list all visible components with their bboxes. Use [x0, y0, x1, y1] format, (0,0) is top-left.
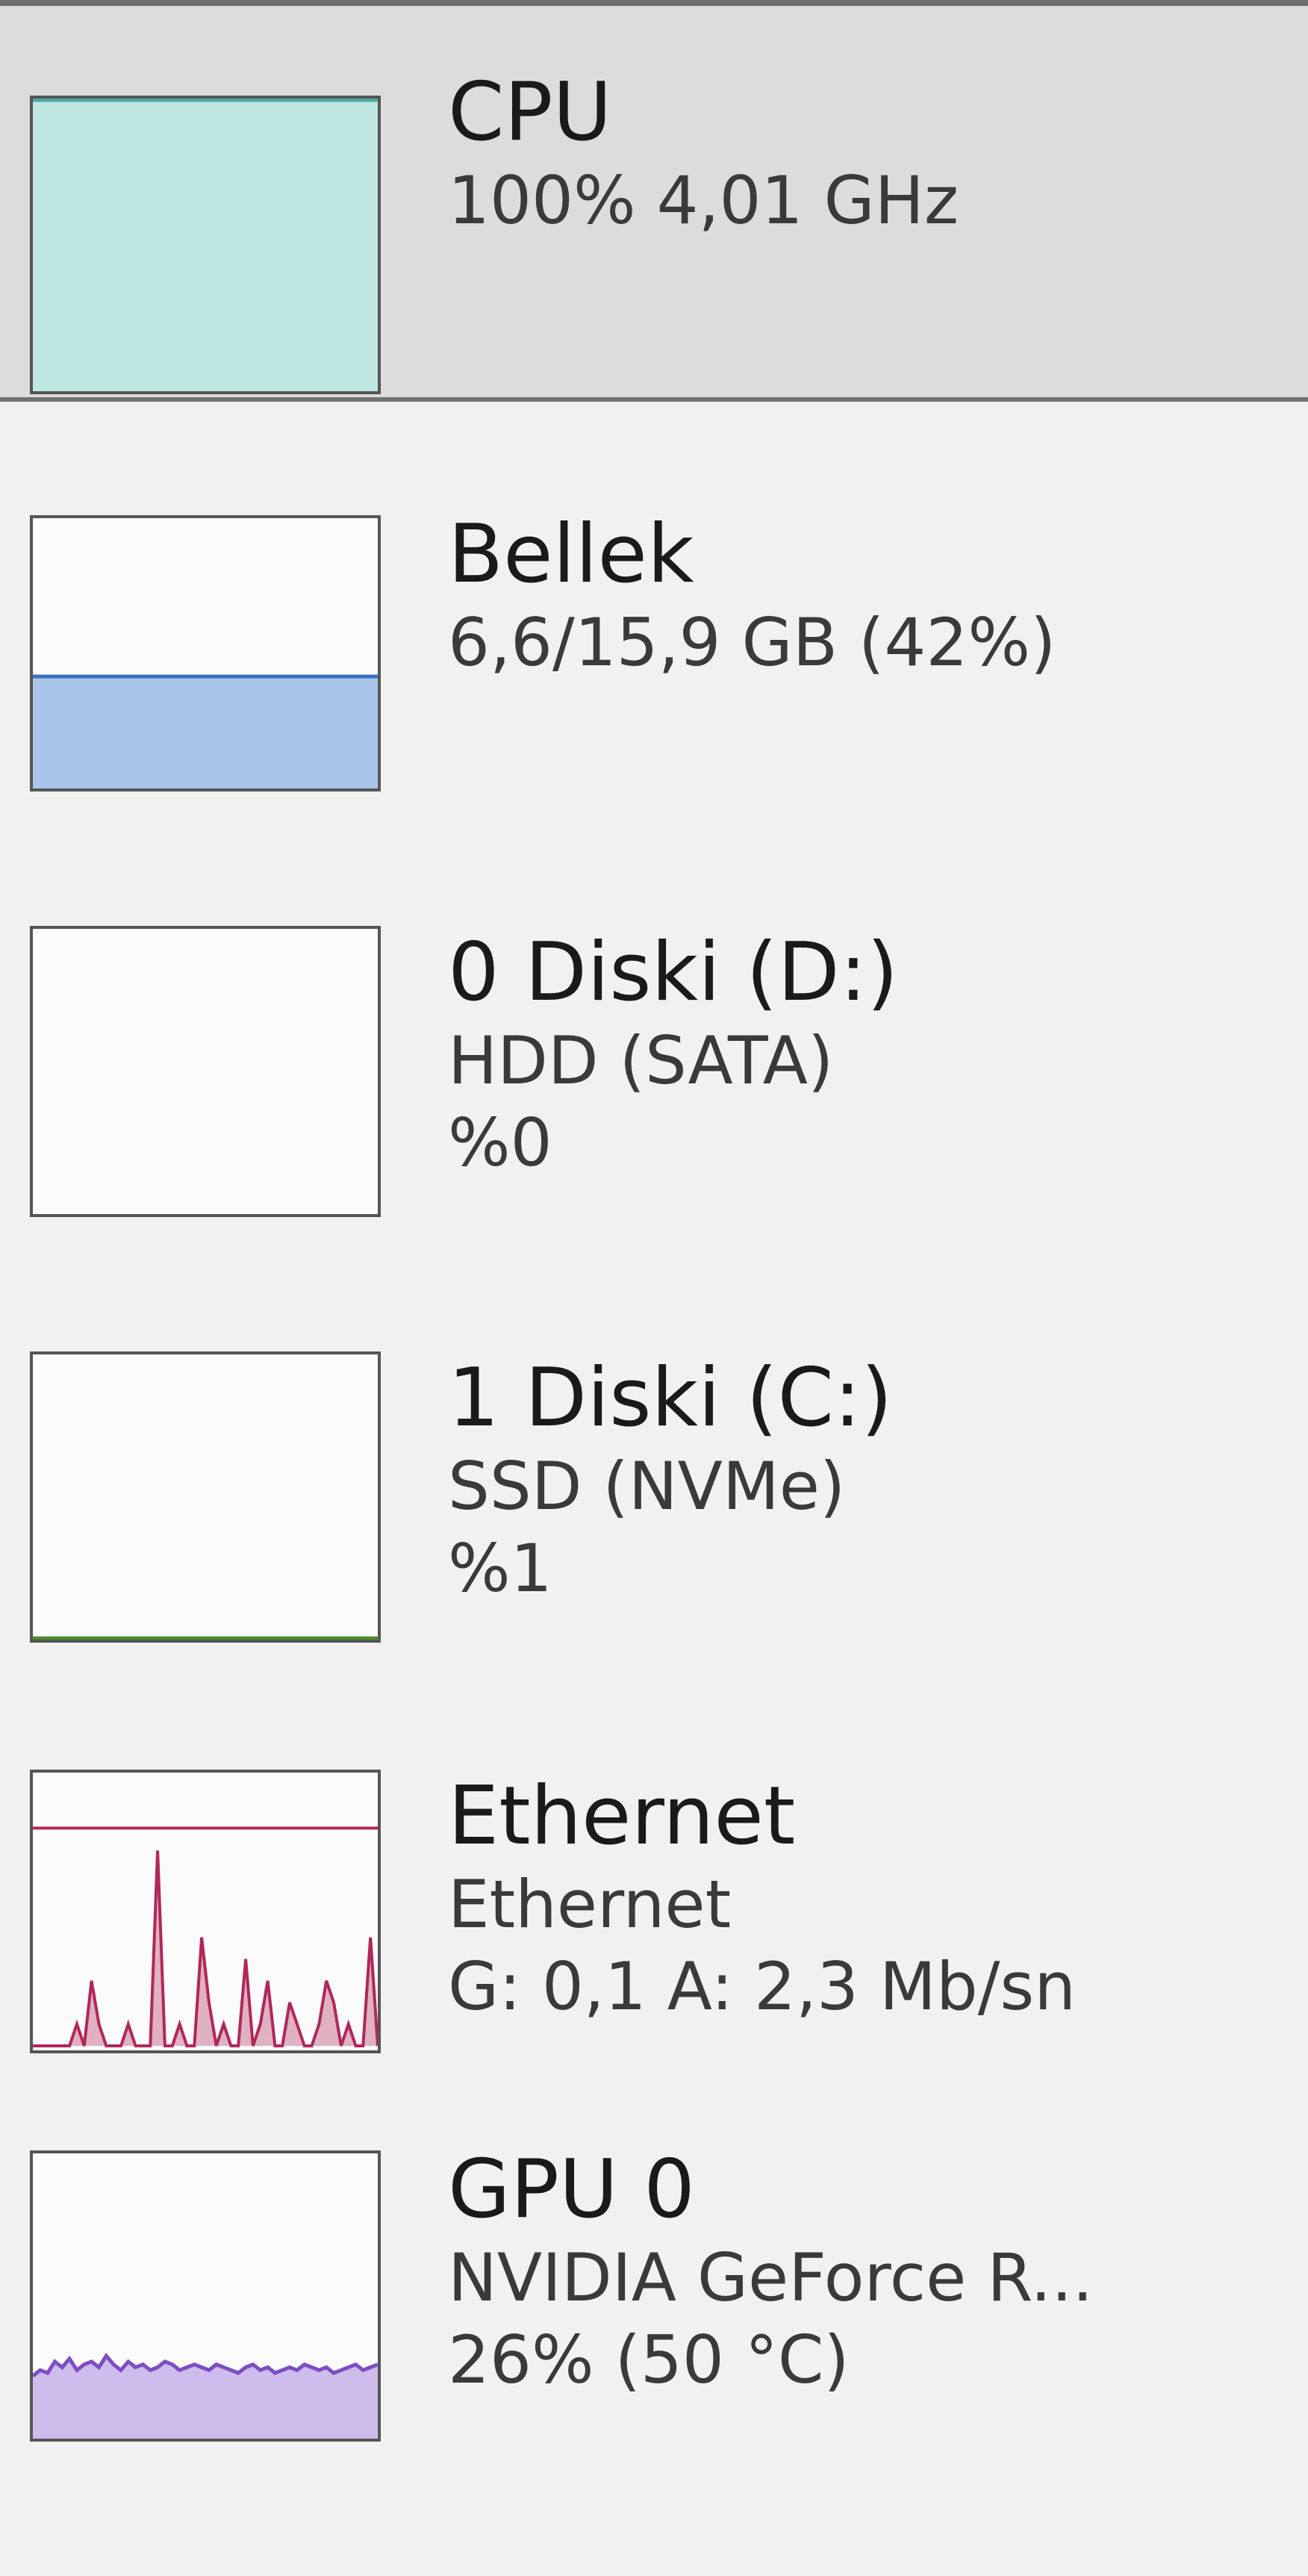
- device-item-disk-0[interactable]: 0 Diski (D:) HDD (SATA) %0: [0, 896, 1308, 1314]
- device-usage: %0: [448, 1104, 552, 1181]
- device-type: SSD (NVMe): [448, 1448, 846, 1525]
- device-title: 0 Diski (D:): [448, 926, 899, 1019]
- device-detail: 100% 4,01 GHz: [448, 162, 959, 239]
- ethernet-throughput-graph: [33, 1826, 378, 2047]
- memory-usage-graph: [33, 674, 378, 788]
- adapter-name: Ethernet: [448, 1866, 732, 1943]
- cpu-usage-thumbnail: [30, 96, 381, 394]
- device-item-ethernet[interactable]: Ethernet Ethernet G: 0,1 A: 2,3 Mb/sn: [0, 1740, 1308, 2158]
- device-usage: %1: [448, 1530, 552, 1607]
- disk0-activity-graph: [33, 929, 378, 1214]
- ethernet-usage-thumbnail: [30, 1770, 381, 2053]
- disk0-usage-thumbnail: [30, 926, 381, 1217]
- device-title: Ethernet: [448, 1770, 796, 1863]
- device-detail: 6,6/15,9 GB (42%): [448, 604, 1056, 681]
- usage-fill: [33, 674, 378, 788]
- cpu-usage-graph: [33, 99, 378, 391]
- throughput-area: [33, 1850, 378, 2046]
- throughput-detail: G: 0,1 A: 2,3 Mb/sn: [448, 1948, 1076, 2025]
- device-item-disk-1[interactable]: 1 Diski (C:) SSD (NVMe) %1: [0, 1329, 1308, 1747]
- device-title: 1 Diski (C:): [448, 1351, 893, 1445]
- disk1-usage-thumbnail: [30, 1351, 381, 1643]
- top-divider: [0, 0, 1308, 6]
- device-title: GPU 0: [448, 2143, 695, 2236]
- device-title: Bellek: [448, 508, 694, 601]
- usage-fill: [33, 99, 378, 391]
- gpu-usage-graph: [33, 2353, 378, 2439]
- disk1-activity-graph: [33, 1636, 378, 1640]
- device-item-memory[interactable]: Bellek 6,6/15,9 GB (42%): [0, 478, 1308, 896]
- device-type: HDD (SATA): [448, 1022, 834, 1099]
- gpu-usage-thumbnail: [30, 2150, 381, 2442]
- gpu-model: NVIDIA GeForce R...: [448, 2239, 1094, 2316]
- device-title: CPU: [448, 66, 612, 159]
- memory-usage-thumbnail: [30, 515, 381, 791]
- device-item-cpu[interactable]: CPU 100% 4,01 GHz: [0, 6, 1308, 402]
- device-item-gpu-0[interactable]: GPU 0 NVIDIA GeForce R... 26% (50 °C): [0, 2135, 1308, 2576]
- performance-sidebar: CPU 100% 4,01 GHz Bellek 6,6/15,9 GB (42…: [0, 0, 1308, 2576]
- gpu-usage-temp: 26% (50 °C): [448, 2321, 850, 2398]
